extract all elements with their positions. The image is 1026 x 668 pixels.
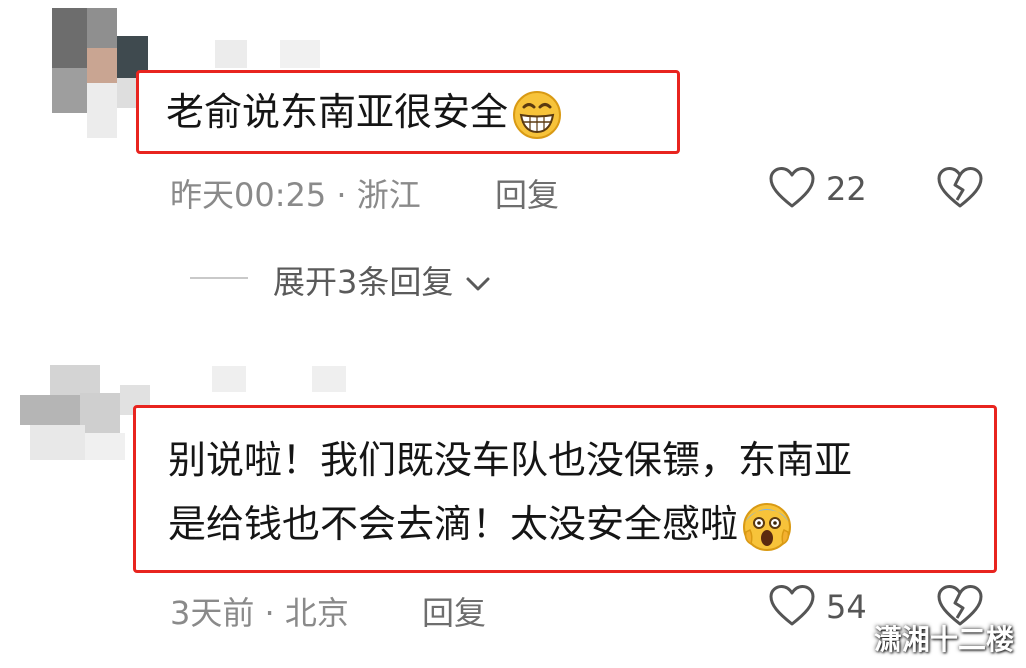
comment-text-line: 别说啦！我们既没车队也没保镖，东南亚 xyxy=(168,438,853,482)
comment-text: 老俞说东南亚很安全 xyxy=(166,80,562,144)
reply-button[interactable]: 回复 xyxy=(422,588,486,634)
avatar[interactable] xyxy=(20,365,150,460)
comment-location: 北京 xyxy=(284,594,349,632)
like-count: 54 xyxy=(826,588,867,626)
heart-icon[interactable] xyxy=(768,166,816,210)
username-blurred[interactable] xyxy=(215,40,247,68)
avatar[interactable] xyxy=(52,8,148,138)
comment-text-line: 是给钱也不会去滴！太没安全感啦 xyxy=(168,502,739,546)
comment-meta: 昨天00:25 · 浙江 xyxy=(170,170,421,216)
expand-replies-button[interactable]: 展开3条回复 xyxy=(273,257,492,303)
expand-replies-label: 展开3条回复 xyxy=(273,263,454,301)
comment-text: 别说啦！我们既没车队也没保镖，东南亚 是给钱也不会去滴！太没安全感啦 xyxy=(168,428,852,556)
screaming-face-icon xyxy=(743,502,792,551)
chevron-down-icon xyxy=(466,277,490,291)
meta-separator: · xyxy=(336,176,347,214)
comment-time: 昨天00:25 xyxy=(170,176,327,214)
heart-icon[interactable] xyxy=(768,584,816,628)
expand-divider xyxy=(190,277,248,279)
username-blurred[interactable] xyxy=(212,366,246,392)
like-count: 22 xyxy=(826,170,867,208)
comment-meta: 3天前 · 北京 xyxy=(170,588,349,634)
comment-time: 3天前 xyxy=(170,594,255,632)
comment-text-line: 老俞说东南亚很安全 xyxy=(166,90,509,134)
comment-location: 浙江 xyxy=(356,176,421,214)
grinning-face-icon xyxy=(513,90,562,139)
reply-button[interactable]: 回复 xyxy=(495,170,559,216)
watermark: 潇湘十二楼 xyxy=(873,623,1014,656)
meta-separator: · xyxy=(264,594,275,632)
dislike-broken-heart-icon[interactable] xyxy=(936,166,984,210)
